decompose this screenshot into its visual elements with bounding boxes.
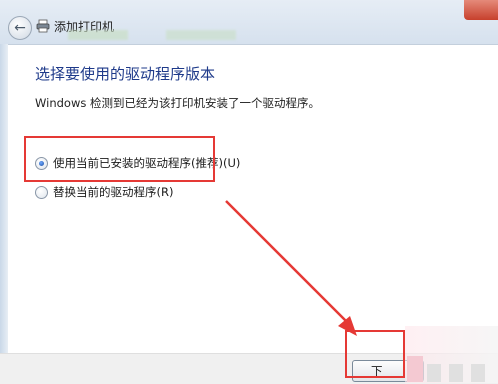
annotation-arrow-icon: [225, 200, 357, 336]
